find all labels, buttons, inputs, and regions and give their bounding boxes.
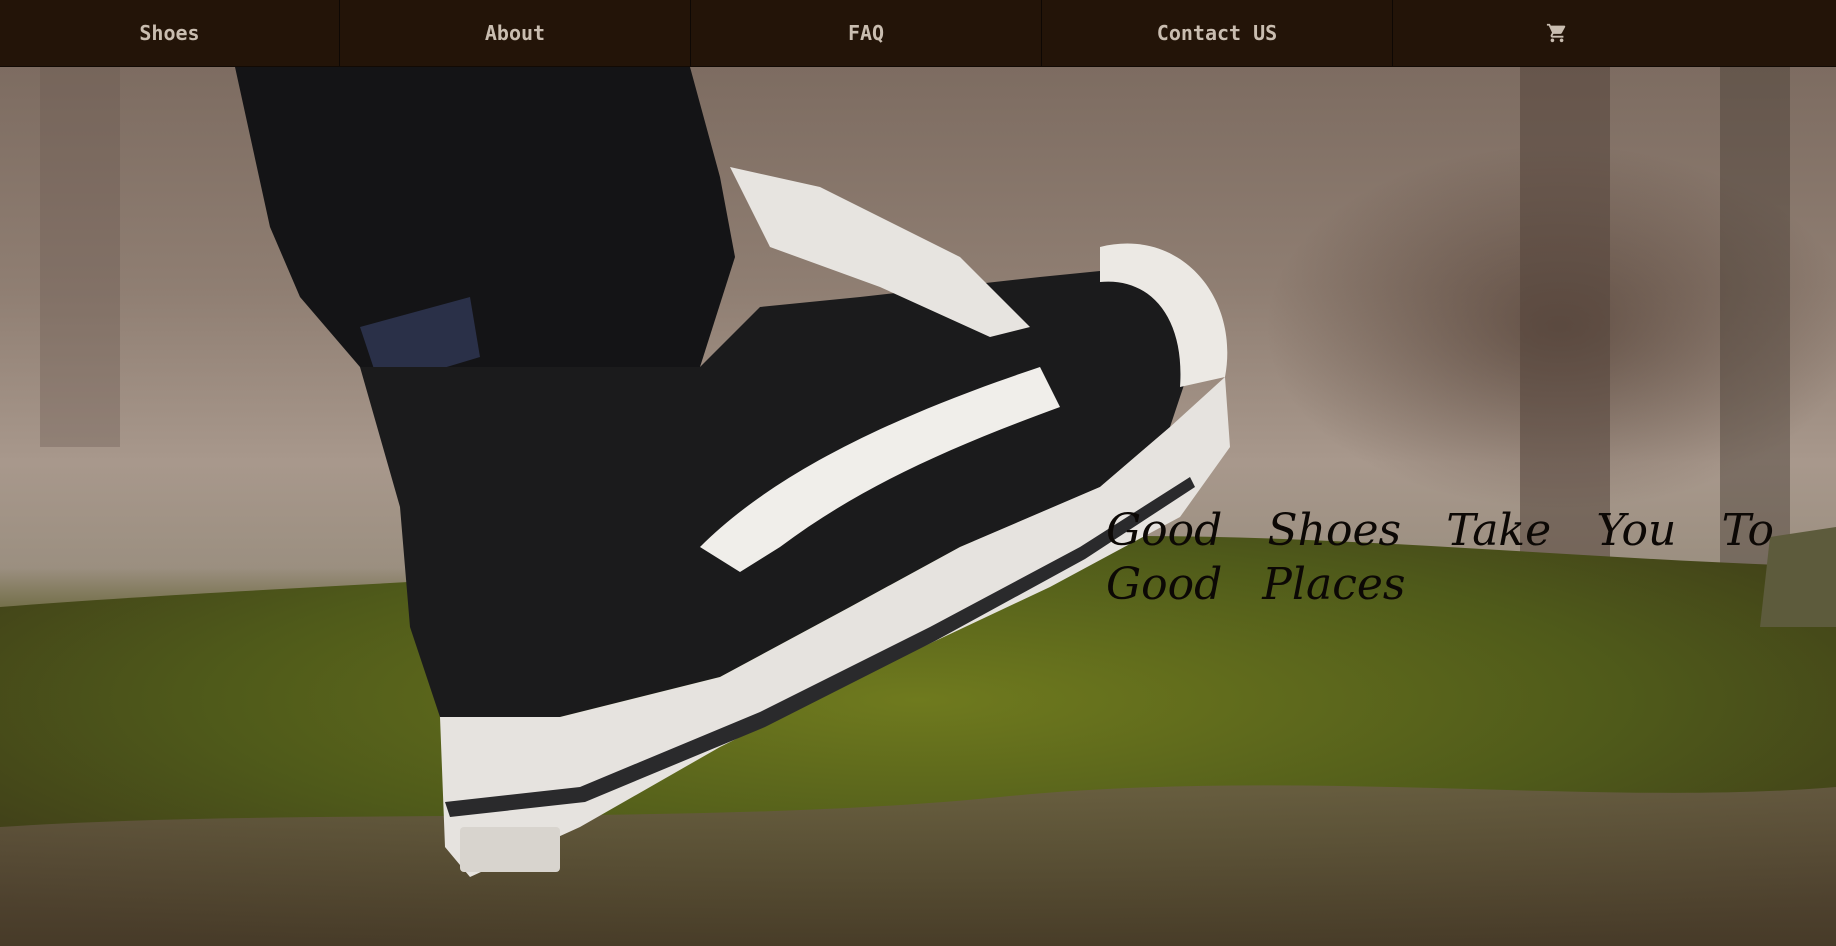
- nav-item-cart[interactable]: [1393, 0, 1721, 66]
- hero-tagline: Good Shoes Take You To Good Places: [1106, 505, 1774, 610]
- tree-trunk-shape: [40, 67, 120, 447]
- shopping-cart-icon: [1546, 23, 1566, 43]
- nav-item-about[interactable]: About: [340, 0, 691, 66]
- nav-item-shoes[interactable]: Shoes: [0, 0, 340, 66]
- tree-trunk-shape: [1720, 67, 1790, 567]
- hero-banner: Good Shoes Take You To Good Places: [0, 67, 1836, 946]
- nav-item-faq[interactable]: FAQ: [691, 0, 1042, 66]
- heel-label-shape: [460, 827, 560, 872]
- nav-item-contact-us[interactable]: Contact US: [1042, 0, 1393, 66]
- top-navbar: Shoes About FAQ Contact US: [0, 0, 1836, 67]
- jeans-leg-shape: [235, 67, 735, 397]
